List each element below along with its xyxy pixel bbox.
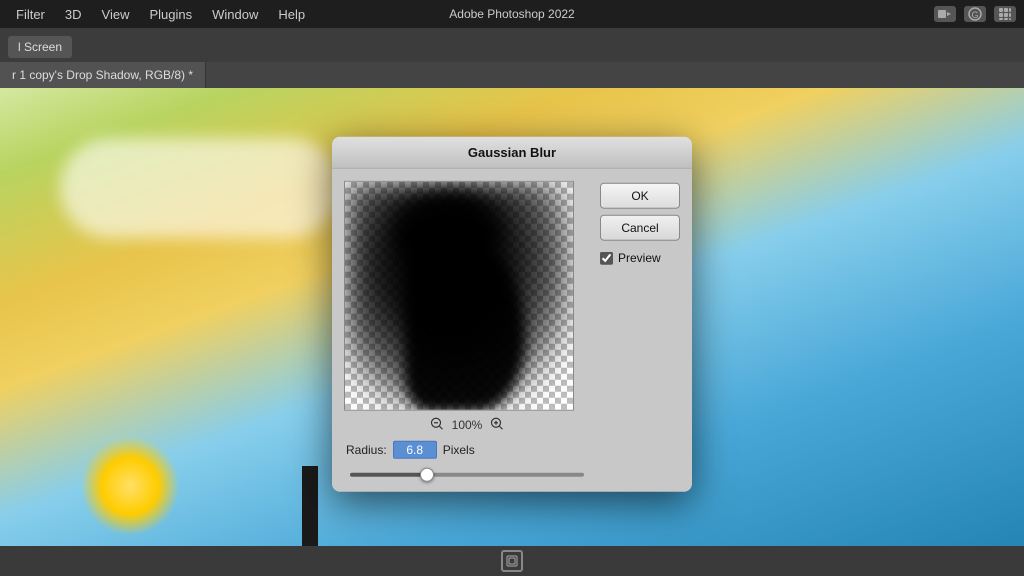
screen-button[interactable]: l Screen bbox=[8, 36, 72, 58]
preview-canvas[interactable] bbox=[344, 181, 574, 411]
tab-bar: l Screen bbox=[0, 28, 1024, 62]
g-icon: G bbox=[964, 6, 986, 22]
status-icon bbox=[501, 550, 523, 572]
dialog-title-bar: Gaussian Blur bbox=[332, 137, 692, 169]
zoom-level: 100% bbox=[452, 418, 483, 432]
app-title: Adobe Photoshop 2022 bbox=[449, 7, 574, 21]
dialog-title: Gaussian Blur bbox=[468, 145, 556, 160]
slider-container bbox=[346, 465, 588, 480]
dialog-buttons: OK Cancel Preview bbox=[600, 181, 680, 480]
menu-item-plugins[interactable]: Plugins bbox=[141, 5, 200, 24]
radius-input[interactable] bbox=[393, 441, 437, 459]
dialog-preview-section: 100% Radius: bbox=[344, 181, 590, 480]
grid-icon bbox=[994, 6, 1016, 22]
record-icon bbox=[934, 6, 956, 22]
radius-section: Radius: Pixels bbox=[344, 441, 590, 480]
menu-item-view[interactable]: View bbox=[94, 5, 138, 24]
canvas-area: Gaussian Blur bbox=[0, 88, 1024, 576]
radius-label: Radius: bbox=[346, 443, 387, 457]
document-tab[interactable]: r 1 copy's Drop Shadow, RGB/8) * bbox=[0, 62, 206, 88]
bottom-status-bar bbox=[0, 546, 1024, 576]
cancel-button[interactable]: Cancel bbox=[600, 215, 680, 241]
zoom-out-button[interactable] bbox=[430, 417, 444, 433]
zoom-in-button[interactable] bbox=[490, 417, 504, 433]
menu-item-window[interactable]: Window bbox=[204, 5, 266, 24]
menu-item-help[interactable]: Help bbox=[270, 5, 313, 24]
radius-unit: Pixels bbox=[443, 443, 475, 457]
ok-button[interactable]: OK bbox=[600, 183, 680, 209]
svg-text:G: G bbox=[971, 10, 978, 20]
preview-checkbox[interactable] bbox=[600, 251, 613, 264]
document-tab-label: r 1 copy's Drop Shadow, RGB/8) * bbox=[12, 68, 193, 82]
menu-item-filter[interactable]: Filter bbox=[8, 5, 53, 24]
zoom-controls: 100% bbox=[344, 417, 590, 433]
menu-bar-right-icons: G bbox=[934, 6, 1016, 22]
menu-item-3d[interactable]: 3D bbox=[57, 5, 90, 24]
gaussian-blur-dialog: Gaussian Blur bbox=[332, 137, 692, 492]
dialog-overlay: Gaussian Blur bbox=[0, 88, 1024, 576]
radius-row: Radius: Pixels bbox=[346, 441, 588, 459]
menu-bar: Filter 3D View Plugins Window Help Adobe… bbox=[0, 0, 1024, 28]
dialog-body: 100% Radius: bbox=[332, 169, 692, 492]
doc-tab-bar: r 1 copy's Drop Shadow, RGB/8) * bbox=[0, 62, 1024, 88]
radius-slider[interactable] bbox=[350, 473, 584, 477]
preview-check-label: Preview bbox=[618, 251, 661, 265]
preview-check-row: Preview bbox=[600, 251, 680, 265]
